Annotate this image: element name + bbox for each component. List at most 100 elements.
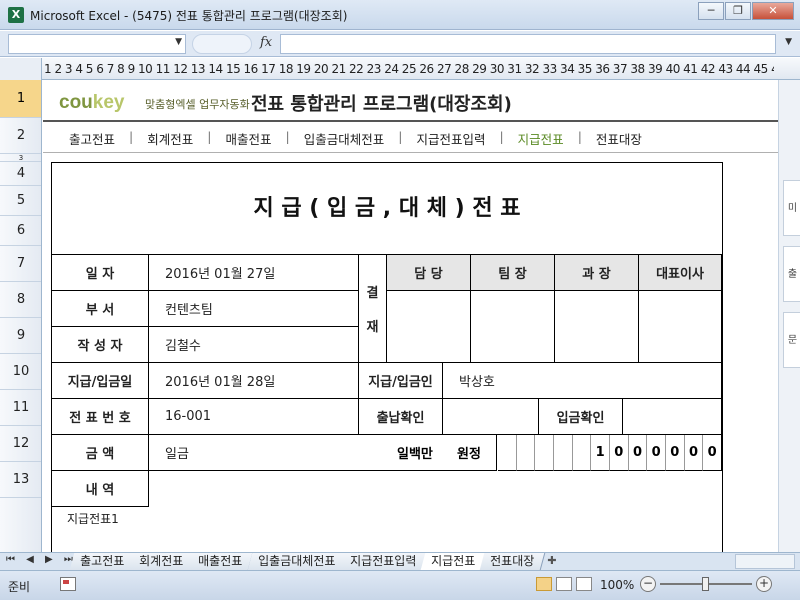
nav-separator: | [577, 129, 582, 144]
approver-section-chief: 과 장 [555, 255, 639, 291]
value-writer[interactable]: 김철수 [149, 327, 359, 363]
label-dept: 부 서 [52, 291, 149, 327]
horizontal-scrollbar[interactable] [735, 554, 795, 569]
value-date[interactable]: 2016년 01월 27일 [149, 255, 359, 291]
nav-divider [43, 152, 778, 153]
side-button-2[interactable]: 출 [783, 246, 800, 302]
nav-item-payment[interactable]: 지급전표 [518, 129, 564, 148]
row-number[interactable]: 6 [0, 216, 41, 246]
label-amount: 금 액 [52, 435, 149, 471]
brand-co: cou [59, 92, 93, 113]
amount-digit-cell: 0 [647, 435, 666, 471]
row-number[interactable]: 1 [0, 80, 41, 118]
sheet-tabs: 출고전표 회계전표 매출전표 입출금대체전표 지급전표입력 지급전표 전표대장 … [69, 553, 563, 570]
nav-item-ledger[interactable]: 전표대장 [596, 129, 642, 148]
amount-digit-cell [554, 435, 573, 471]
name-box[interactable]: ▼ [8, 34, 186, 54]
tab-label: 전표대장 [490, 554, 535, 568]
chevron-down-icon[interactable]: ▼ [175, 37, 182, 47]
tab-label: 지급전표입력 [349, 554, 417, 568]
value-voucher-no[interactable]: 16-001 [149, 399, 359, 435]
side-button-1[interactable]: 미 [783, 180, 800, 236]
value-payer[interactable]: 박상호 [443, 363, 722, 399]
amount-korean: 일백만 [397, 435, 453, 471]
restore-button[interactable]: ❐ [725, 2, 751, 20]
expand-formula-bar-icon[interactable]: ▼ [785, 37, 792, 47]
nav-separator: | [499, 129, 504, 144]
nav-item-transfer[interactable]: 입출금대체전표 [304, 129, 385, 148]
amount-digit-cell: 1 [591, 435, 610, 471]
row-number[interactable]: 12 [0, 426, 41, 462]
zoom-slider-thumb[interactable] [702, 577, 709, 591]
formula-bar: ▼ fx ▼ [0, 31, 800, 57]
row-number[interactable]: 7 [0, 246, 41, 282]
page-break-view-icon[interactable] [576, 577, 592, 591]
row-number[interactable]: 5 [0, 186, 41, 216]
tab-label: 입출금대체전표 [257, 554, 335, 568]
value-deposit-check[interactable] [623, 399, 722, 435]
sign-box-staff[interactable] [387, 291, 471, 363]
amount-digit-cell: 0 [703, 435, 722, 471]
page-layout-view-icon[interactable] [556, 577, 572, 591]
insert-function-icon[interactable]: fx [260, 35, 272, 50]
brand-subtitle: 맞춤형엑셀 업무자동화 [145, 98, 250, 111]
payment-voucher-form: 지 급 ( 입 금 , 대 체 ) 전 표 일 자 2016년 01월 27일 … [51, 162, 723, 552]
tab-sales[interactable]: 매출전표 [188, 553, 254, 570]
title-bar: X Microsoft Excel - (5475) 전표 통합관리 프로그램(… [0, 0, 800, 30]
amount-digit-cell: 0 [628, 435, 648, 471]
tab-payment-input[interactable]: 지급전표입력 [339, 553, 428, 570]
worksheet[interactable]: coukey 맞춤형엑셀 업무자동화 전표 통합관리 프로그램(대장조회) 출고… [43, 80, 778, 552]
row-number[interactable]: 10 [0, 354, 41, 390]
normal-view-icon[interactable] [536, 577, 552, 591]
macro-record-icon[interactable] [60, 577, 76, 591]
nav-item-release[interactable]: 출고전표 [69, 129, 115, 148]
value-pay-date[interactable]: 2016년 01월 28일 [149, 363, 359, 399]
tab-label: 회계전표 [139, 554, 184, 568]
row-number[interactable]: 9 [0, 318, 41, 354]
tab-transfer[interactable]: 입출금대체전표 [247, 553, 347, 570]
sheet-tabs-bar: ⏮ ◀ ▶ ⏭ 출고전표 회계전표 매출전표 입출금대체전표 지급전표입력 지급… [0, 552, 800, 570]
label-writer: 작 성 자 [52, 327, 149, 363]
desc-area[interactable] [149, 471, 722, 507]
row-header: 1 2 3 4 5 6 7 8 9 10 11 12 13 [0, 80, 42, 552]
sign-box-team-lead[interactable] [471, 291, 555, 363]
excel-icon: X [8, 7, 24, 23]
nav-item-sales[interactable]: 매출전표 [225, 129, 271, 148]
label-pay-date: 지급/입금일 [52, 363, 149, 399]
select-all-corner[interactable] [0, 58, 42, 80]
tab-label: 매출전표 [198, 554, 243, 568]
brand-logo: coukey [59, 92, 124, 114]
desc-text[interactable]: 지급전표1 [67, 510, 119, 527]
zoom-out-button[interactable]: − [640, 576, 656, 592]
row-number[interactable]: 8 [0, 282, 41, 318]
sign-box-ceo[interactable] [639, 291, 722, 363]
program-title: 전표 통합관리 프로그램(대장조회) [251, 94, 512, 115]
nav-item-payment-input[interactable]: 지급전표입력 [416, 129, 485, 148]
zoom-in-button[interactable]: + [756, 576, 772, 592]
row-number[interactable]: 2 [0, 118, 41, 154]
sign-box-section-chief[interactable] [555, 291, 639, 363]
tab-accounting[interactable]: 회계전표 [128, 553, 195, 570]
zoom-level[interactable]: 100% [600, 578, 634, 592]
header-divider [43, 120, 778, 122]
column-header: 1 2 3 4 5 6 7 8 9 10 11 12 13 14 15 16 1… [0, 58, 800, 80]
row-number[interactable]: 11 [0, 390, 41, 426]
window-title: Microsoft Excel - (5475) 전표 통합관리 프로그램(대장… [30, 9, 348, 23]
formula-input[interactable] [280, 34, 776, 54]
nav-separator: | [398, 129, 403, 144]
tab-payment[interactable]: 지급전표 [420, 553, 487, 570]
row-number[interactable]: 13 [0, 462, 41, 498]
side-button-3[interactable]: 문 [783, 312, 800, 368]
row-number[interactable]: 3 [0, 154, 41, 162]
row-number[interactable]: 4 [0, 162, 41, 186]
tab-release[interactable]: 출고전표 [69, 553, 136, 570]
minimize-button[interactable]: ─ [698, 2, 724, 20]
tab-scroll-arrows[interactable]: ⏮ ◀ ▶ ⏭ [6, 554, 77, 565]
amount-digit-cell: 0 [666, 435, 685, 471]
value-dept[interactable]: 컨텐츠팀 [149, 291, 359, 327]
column-numbers[interactable]: 1 2 3 4 5 6 7 8 9 10 11 12 13 14 15 16 1… [44, 62, 774, 76]
tab-ledger[interactable]: 전표대장 [479, 553, 546, 570]
value-cash-check[interactable] [443, 399, 539, 435]
close-button[interactable]: ✕ [752, 2, 794, 20]
nav-item-accounting[interactable]: 회계전표 [147, 129, 193, 148]
